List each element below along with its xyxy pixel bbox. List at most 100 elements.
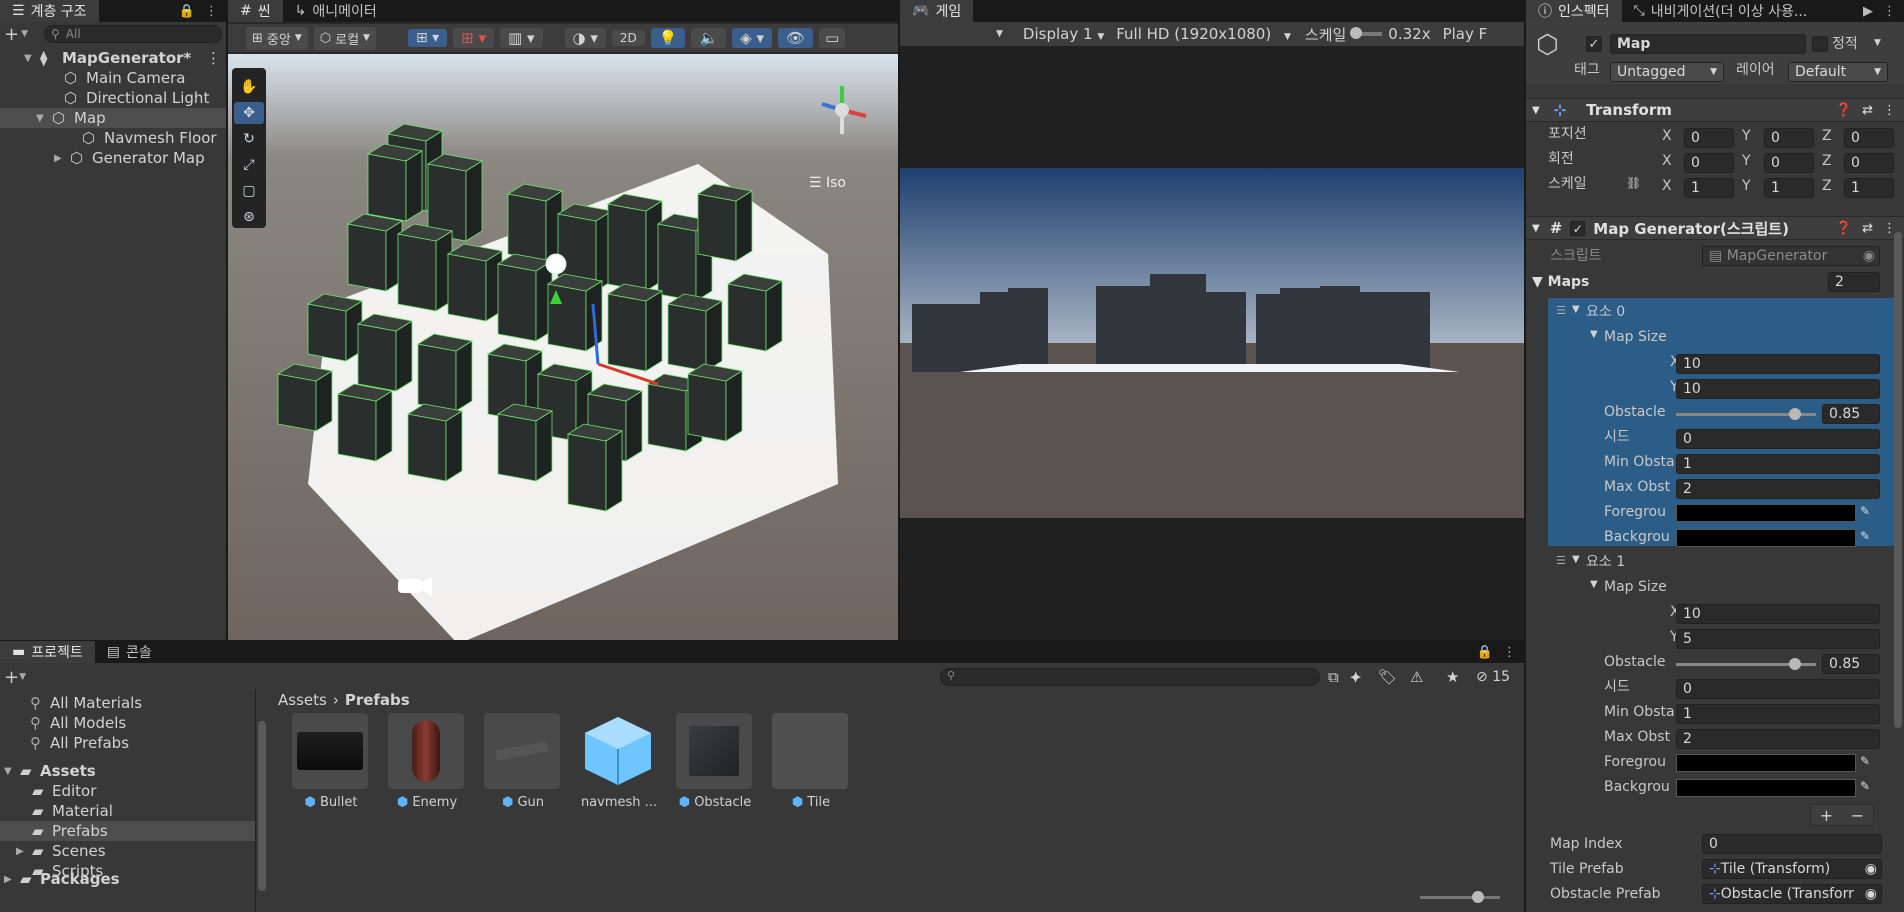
object-picker-icon[interactable]: ◉ [1865, 860, 1877, 878]
obstacle-block[interactable] [726, 273, 784, 352]
hierarchy-search-field[interactable]: ⚲ All [44, 25, 222, 43]
foreground-color-field[interactable] [1676, 754, 1856, 772]
tab-hierarchy[interactable]: ☰ 계층 구조 [0, 0, 99, 22]
transform-z-field[interactable]: 0 [1844, 153, 1894, 173]
obstacle-block[interactable] [276, 363, 334, 432]
object-name-field[interactable]: Map [1610, 34, 1806, 54]
breadcrumb-assets[interactable]: Assets [278, 691, 327, 709]
background-color-field[interactable] [1676, 529, 1856, 547]
obstacle-value-field[interactable]: 0.85 [1822, 404, 1880, 424]
eyedropper-icon[interactable]: ✎ [1860, 779, 1870, 793]
help-icon[interactable]: ❓ [1836, 103, 1852, 118]
eyedropper-icon[interactable]: ✎ [1860, 504, 1870, 518]
x-axis-label[interactable]: X [1662, 176, 1672, 196]
transform-x-field[interactable]: 0 [1684, 153, 1734, 173]
tab-animator[interactable]: ↳ 애니메이터 [283, 0, 389, 22]
kebab-menu-icon[interactable]: ⋮ [1503, 645, 1516, 660]
transform-x-field[interactable]: 1 [1684, 178, 1734, 198]
eyedropper-icon[interactable]: ✎ [1860, 754, 1870, 768]
chevron-down-icon[interactable]: ▼ [1590, 329, 1598, 340]
filter-type-icon[interactable]: ⯌ [1350, 668, 1362, 686]
map-size-y-field[interactable]: 5 [1676, 629, 1880, 649]
transform-x-field[interactable]: 0 [1684, 128, 1734, 148]
obstacle-block[interactable] [416, 333, 474, 412]
kebab-menu-icon[interactable]: ⋮ [206, 49, 221, 67]
add-icon[interactable]: + [4, 24, 19, 45]
obstacle-block[interactable] [366, 143, 424, 222]
min-field[interactable]: 1 [1676, 704, 1880, 724]
obstacle-block[interactable] [336, 383, 394, 462]
help-icon[interactable]: ❓ [1836, 221, 1852, 236]
transform-y-field[interactable]: 1 [1764, 178, 1814, 198]
obstacle-value-field[interactable]: 0.85 [1822, 654, 1880, 674]
kebab-menu-icon[interactable]: ⋮ [205, 4, 218, 19]
kebab-menu-icon[interactable]: ⋮ [1883, 4, 1896, 19]
transform-tool-button[interactable]: ⊛ [234, 206, 264, 228]
filter-label-icon[interactable]: 🏷 [1378, 668, 1397, 686]
resolution-dropdown[interactable]: Full HD (1920x1080) ▼ [1116, 25, 1291, 43]
remove-element-button[interactable]: − [1851, 806, 1864, 825]
chevron-down-icon[interactable]: ▼ [1590, 579, 1598, 590]
dropdown-arrow-icon[interactable]: ▼ [21, 29, 28, 39]
project-search-field[interactable]: ⚲ [940, 668, 1320, 686]
z-axis-label[interactable]: Z [1822, 151, 1832, 171]
audio-toggle[interactable]: 🔈 [691, 28, 727, 48]
search-by-type-icon[interactable]: ⧉ [1328, 668, 1339, 686]
obstacle-slider[interactable] [1676, 408, 1816, 420]
y-axis-label[interactable]: Y [1742, 126, 1751, 146]
aspect-dropdown-arrow[interactable]: ▼ [996, 29, 1003, 39]
shading-dropdown[interactable]: ◑ ▾ [564, 28, 606, 48]
hidden-packages-icon[interactable]: ⊘ 15 [1476, 669, 1510, 685]
transform-y-field[interactable]: 0 [1764, 153, 1814, 173]
x-axis-label[interactable]: X [1662, 126, 1672, 146]
obstacle-block[interactable] [506, 183, 564, 262]
asset-enemy[interactable]: ⬢ Enemy [388, 713, 466, 810]
maps-foldout[interactable]: ▼ Maps [1532, 272, 1589, 292]
tile-prefab-field[interactable]: ⊹Tile (Transform) ◉ [1702, 859, 1882, 879]
favorite-item[interactable]: ⚲ All Models [0, 713, 255, 733]
preset-icon[interactable]: ⇄ [1862, 103, 1873, 118]
obstacle-block[interactable] [356, 313, 414, 392]
scale-tool-button[interactable]: ⤢ [234, 154, 264, 176]
play-arrow-icon[interactable]: ▶ [1863, 4, 1873, 19]
element-title[interactable]: 요소 1 [1586, 552, 1625, 572]
obstacle-block[interactable] [496, 403, 554, 482]
tag-dropdown[interactable]: Untagged ▼ [1610, 62, 1724, 82]
folder-item[interactable]: ▰ Prefabs [0, 821, 255, 841]
favorite-item[interactable]: ⚲ All Materials [0, 693, 255, 713]
z-axis-label[interactable]: Z [1822, 126, 1832, 146]
dropdown-arrow-icon[interactable]: ▼ [19, 672, 26, 682]
eyedropper-icon[interactable]: ✎ [1860, 529, 1870, 543]
hierarchy-item[interactable]: ⬡ Navmesh Floor [0, 128, 226, 148]
chevron-down-icon[interactable]: ▼ [1572, 304, 1580, 315]
seed-field[interactable]: 0 [1676, 679, 1880, 699]
obstacle-block[interactable] [566, 423, 624, 512]
active-checkbox[interactable]: ✓ [1586, 36, 1602, 52]
seed-field[interactable]: 0 [1676, 429, 1880, 449]
chevron-down-icon[interactable]: ▼ [1572, 554, 1580, 565]
hierarchy-item[interactable]: ▼ ⧫ MapGenerator* ⋮ [0, 48, 226, 68]
obstacle-slider[interactable] [1676, 658, 1816, 670]
asset-tile[interactable]: ⬢ Tile [772, 713, 850, 810]
map-size-x-field[interactable]: 10 [1676, 604, 1880, 624]
drag-handle-icon[interactable]: ☰ [1556, 554, 1566, 567]
static-dropdown-arrow[interactable]: ▼ [1874, 38, 1881, 48]
asset-obstacle[interactable]: ⬢ Obstacle [676, 713, 754, 810]
component-enabled-checkbox[interactable]: ✓ [1570, 220, 1586, 236]
asset-gun[interactable]: ⬢ Gun [484, 713, 562, 810]
hierarchy-item[interactable]: ⬡ Main Camera [0, 68, 226, 88]
scale-slider[interactable] [1350, 27, 1383, 39]
tab-console[interactable]: ▤ 콘솔 [95, 641, 164, 663]
drag-handle-icon[interactable]: ☰ [1556, 304, 1566, 317]
sun-light-icon[interactable] [545, 253, 567, 275]
mode-2d-button[interactable]: 2D [611, 30, 645, 46]
asset-bullet[interactable]: ⬢ Bullet [292, 713, 370, 810]
transform-header[interactable]: ▼ ⊹ Transform ❓ ⇄ ⋮ [1526, 98, 1904, 122]
transform-z-field[interactable]: 0 [1844, 128, 1894, 148]
lock-icon[interactable]: 🔒 [1477, 645, 1493, 660]
layer-dropdown[interactable]: Default ▼ [1788, 62, 1888, 82]
static-checkbox[interactable] [1812, 36, 1828, 52]
obstacle-block[interactable] [496, 253, 554, 342]
obstacle-prefab-field[interactable]: ⊹Obstacle (Transforr ◉ [1702, 884, 1882, 904]
folder-item[interactable]: ▰ Material [0, 801, 255, 821]
